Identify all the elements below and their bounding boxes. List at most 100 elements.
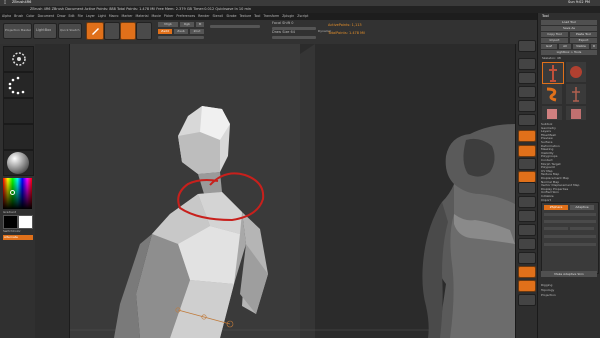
goz-button[interactable]: GoZ bbox=[541, 44, 557, 49]
color-picker[interactable] bbox=[3, 178, 32, 209]
actual-button[interactable] bbox=[518, 100, 536, 112]
move-view-button[interactable] bbox=[518, 210, 536, 222]
rotate-mode-button[interactable] bbox=[136, 22, 152, 40]
projection-master-button[interactable]: Projection Master bbox=[3, 23, 32, 39]
menu-material[interactable]: Material bbox=[136, 14, 149, 19]
m-toggle[interactable]: M bbox=[196, 22, 204, 27]
menu-zplugin[interactable]: Zplugin bbox=[282, 14, 294, 19]
scroll-button[interactable] bbox=[518, 72, 536, 84]
brush-selector[interactable] bbox=[3, 46, 34, 72]
apple-icon[interactable]:  bbox=[4, 0, 6, 5]
secondary-color-swatch[interactable] bbox=[18, 215, 33, 229]
z-intensity-slider[interactable] bbox=[210, 25, 260, 28]
alternate-button[interactable]: Alternate bbox=[3, 235, 33, 240]
rgb-toggle[interactable]: Rgb bbox=[180, 22, 194, 27]
transp-button[interactable] bbox=[518, 266, 536, 278]
menu-tool[interactable]: Tool bbox=[254, 14, 260, 19]
focal-shift-label: Focal Shift 0 bbox=[272, 21, 294, 25]
bpr-button[interactable] bbox=[518, 40, 536, 52]
menu-picker[interactable]: Picker bbox=[164, 14, 174, 19]
menu-file[interactable]: File bbox=[78, 14, 83, 19]
polyf-button[interactable] bbox=[518, 252, 536, 264]
quick-sketch-button[interactable]: Quick Sketch bbox=[58, 23, 82, 39]
menu-layer[interactable]: Layer bbox=[86, 14, 95, 19]
menu-draw[interactable]: Draw bbox=[57, 14, 65, 19]
pinch-slider[interactable] bbox=[544, 243, 596, 246]
texture-selector[interactable] bbox=[3, 124, 34, 150]
density-slider[interactable] bbox=[544, 213, 596, 216]
paste-tool-button[interactable]: Paste Tool bbox=[570, 32, 597, 37]
lightbox-button[interactable]: LightBox bbox=[33, 23, 57, 39]
tool-thumb-figure[interactable] bbox=[566, 84, 586, 104]
persp-button[interactable] bbox=[518, 130, 536, 142]
floor-button[interactable] bbox=[518, 145, 536, 157]
spix-button[interactable] bbox=[518, 58, 536, 70]
xpose-button[interactable] bbox=[518, 294, 536, 306]
menu-marker[interactable]: Marker bbox=[122, 14, 133, 19]
r-button[interactable]: R bbox=[591, 44, 597, 49]
menu-texture[interactable]: Texture bbox=[239, 14, 251, 19]
xyz-button[interactable] bbox=[518, 182, 536, 194]
menu-stroke[interactable]: Stroke bbox=[226, 14, 236, 19]
main-color-swatch[interactable] bbox=[3, 215, 18, 229]
menu-document[interactable]: Document bbox=[38, 14, 55, 19]
tool-thumb-sphere[interactable] bbox=[566, 62, 586, 82]
all-button[interactable]: All bbox=[559, 44, 571, 49]
mc-toggle[interactable] bbox=[544, 227, 568, 230]
tool-thumb-cube[interactable] bbox=[566, 106, 586, 120]
visible-button[interactable]: Visible bbox=[573, 44, 589, 49]
rotate-view-button[interactable] bbox=[518, 238, 536, 250]
mac-app-title[interactable]: ZBrush4R6 bbox=[12, 0, 31, 5]
mrgb-toggle[interactable]: Mrgb bbox=[158, 22, 178, 27]
adaptive-tab[interactable]: Adaptive bbox=[570, 205, 594, 210]
tool-thumb-snake[interactable] bbox=[542, 84, 562, 104]
menu-light[interactable]: Light bbox=[98, 14, 106, 19]
menu-alpha[interactable]: Alpha bbox=[2, 14, 11, 19]
alpha-selector[interactable] bbox=[3, 98, 34, 124]
menu-macro[interactable]: Macro bbox=[109, 14, 119, 19]
zoom-button[interactable] bbox=[518, 86, 536, 98]
document-canvas[interactable] bbox=[70, 44, 515, 338]
material-selector[interactable] bbox=[3, 150, 34, 176]
frame-button[interactable] bbox=[518, 196, 536, 208]
menu-edit[interactable]: Edit bbox=[68, 14, 74, 19]
menu-transform[interactable]: Transform bbox=[263, 14, 279, 19]
menu-zscript[interactable]: Zscript bbox=[297, 14, 308, 19]
scale-mode-button[interactable] bbox=[120, 22, 136, 40]
zcut-toggle[interactable]: Zcut bbox=[190, 29, 204, 34]
tool-thumb-cylinder[interactable] bbox=[542, 106, 562, 120]
zsub-toggle[interactable]: Zsub bbox=[174, 29, 188, 34]
menu-render[interactable]: Render bbox=[198, 14, 209, 19]
tool-thumb-skeleton[interactable] bbox=[542, 62, 564, 84]
save-as-button[interactable]: Save As bbox=[541, 26, 597, 31]
draw-mode-button[interactable] bbox=[86, 22, 104, 40]
menu-preferences[interactable]: Preferences bbox=[176, 14, 195, 19]
load-tool-button[interactable]: Load Tool bbox=[541, 20, 597, 25]
move-mode-button[interactable] bbox=[104, 22, 120, 40]
solo-button[interactable] bbox=[518, 280, 536, 292]
stroke-selector[interactable] bbox=[3, 72, 34, 98]
draw-size-slider[interactable] bbox=[272, 36, 316, 39]
zsphere-tab[interactable]: ZSphere bbox=[544, 205, 568, 210]
menu-brush[interactable]: Brush bbox=[14, 14, 23, 19]
aahalf-button[interactable] bbox=[518, 114, 536, 126]
ires-slider[interactable] bbox=[544, 220, 596, 223]
menu-color[interactable]: Color bbox=[26, 14, 34, 19]
mpd-toggle[interactable] bbox=[570, 227, 594, 230]
subpalette-projection[interactable]: Projection bbox=[541, 293, 556, 298]
cube-icon bbox=[571, 109, 581, 119]
import-button[interactable]: Import bbox=[541, 38, 568, 43]
copy-tool-button[interactable]: Copy Tool bbox=[541, 32, 568, 37]
proxy-slider[interactable] bbox=[544, 235, 596, 238]
switch-color-label[interactable]: SwitchColor bbox=[3, 229, 21, 234]
skeleton-icon bbox=[549, 65, 557, 82]
zadd-toggle[interactable]: Zadd bbox=[158, 29, 172, 34]
export-button[interactable]: Export bbox=[570, 38, 597, 43]
menu-stencil[interactable]: Stencil bbox=[213, 14, 224, 19]
menu-movie[interactable]: Movie bbox=[151, 14, 160, 19]
local-button[interactable] bbox=[518, 158, 536, 170]
make-adaptive-skin-button[interactable]: Make Adaptive Skin bbox=[541, 271, 597, 277]
scale-view-button[interactable] bbox=[518, 224, 536, 236]
rgb-intensity-slider[interactable] bbox=[158, 36, 204, 39]
lightbox-tools-button[interactable]: Lightbox > Tools bbox=[541, 50, 597, 55]
